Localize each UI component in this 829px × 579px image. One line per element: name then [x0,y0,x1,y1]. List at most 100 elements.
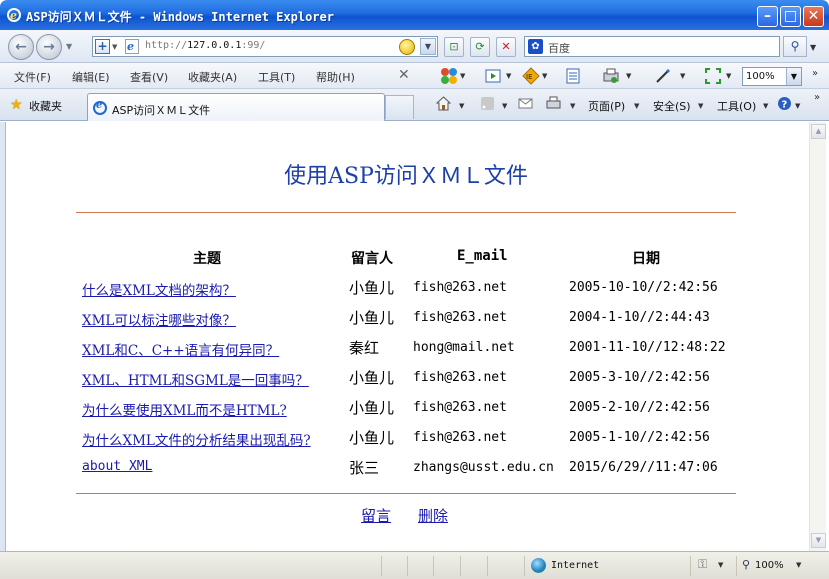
compatibility-view-button[interactable]: ⊡ [444,37,464,57]
address-bar[interactable]: + ▼ e http://127.0.0.1:99/ ▼ [92,36,438,57]
chevron-down-icon[interactable]: ▼ [786,68,801,85]
chevron-down-icon[interactable]: ▼ [796,561,801,569]
chevron-down-icon[interactable]: ▼ [726,72,731,80]
ie-page-icon: e [93,100,107,115]
web-slice-icon[interactable]: IE [522,67,540,85]
chevron-down-icon[interactable]: ▼ [634,102,639,110]
post-message-link[interactable]: 留言 [361,505,391,526]
search-input[interactable]: ✿ 百度 [524,36,780,57]
topic-link[interactable]: 为什么要使用XML而不是HTML? [82,399,287,419]
email-cell: fish@263.net [413,430,507,445]
minimize-button[interactable]: – [757,6,778,27]
tab-current[interactable]: e ASP访问ＸＭＬ文件 [87,93,385,121]
header-topic: 主题 [193,251,221,267]
topic-link[interactable]: 什么是XML文档的架构？ [82,279,236,299]
topic-link[interactable]: XML可以标注哪些对像？ [82,309,236,329]
more-chevron-icon[interactable]: » [814,92,820,103]
topic-link[interactable]: about XML [82,459,152,474]
menu-view[interactable]: 查看(V) [130,69,168,85]
back-arrow-icon: ← [15,39,27,55]
suggested-sites-icon[interactable] [484,67,502,85]
chevron-down-icon[interactable]: ▼ [698,102,703,110]
topic-link[interactable]: XML、HTML和SGML是一回事吗？ [82,369,309,389]
pen-tool-icon[interactable] [654,67,672,85]
author-cell: 张三 [349,459,380,477]
mail-icon[interactable] [518,96,533,111]
page-title: 使用ASP访问ＸＭＬ文件 [284,164,528,189]
date-cell: 2004-1-10//2:44:43 [569,310,710,325]
chevron-down-icon[interactable]: ▼ [112,43,117,51]
scroll-up-arrow-icon[interactable]: ▲ [811,124,826,139]
refresh-button[interactable]: ⟳ [470,37,490,57]
safety-menu[interactable]: 安全(S) [653,98,691,114]
page-document-icon[interactable] [564,67,582,85]
baidu-paw-icon: ✿ [528,39,543,54]
print-preview-icon[interactable] [602,67,620,85]
chevron-down-icon[interactable]: ▼ [570,102,575,110]
add-favorite-icon[interactable]: + [95,39,110,54]
maximize-button[interactable]: □ [780,6,801,27]
top-divider [76,212,736,213]
favorites-star-icon[interactable]: ★ [10,97,23,113]
window-title: ASP访问ＸＭＬ文件 - Windows Internet Explorer [26,10,334,24]
status-divider [524,556,525,576]
stop-button[interactable]: ✕ [496,37,516,57]
date-cell: 2005-10-10//2:42:56 [569,280,718,295]
tools-menu[interactable]: 工具(O) [717,98,756,114]
favorites-bar: ★ 收藏夹 e ASP访问ＸＭＬ文件 ▼ ▼ ▼ 页面(P) ▼ 安全(S) ▼… [0,89,829,121]
delete-link[interactable]: 删除 [418,505,448,526]
address-dropdown-button[interactable]: ▼ [420,38,436,55]
history-dropdown-icon[interactable]: ▼ [66,42,72,51]
page-menu[interactable]: 页面(P) [588,98,625,114]
fullscreen-icon[interactable] [704,67,722,85]
email-cell: fish@263.net [413,370,507,385]
chevron-down-icon[interactable]: ▼ [718,561,723,569]
chevron-down-icon[interactable]: ▼ [542,72,547,80]
status-divider [690,556,691,576]
help-icon[interactable]: ? [777,96,792,111]
chevron-down-icon[interactable]: ▼ [795,102,800,110]
go-icon[interactable] [399,39,415,55]
menu-tools[interactable]: 工具(T) [258,69,295,85]
new-tab-button[interactable] [385,95,414,119]
status-divider [381,556,382,576]
addons-icon[interactable] [440,67,458,85]
chevron-down-icon[interactable]: ▼ [680,72,685,80]
status-divider [460,556,461,576]
scroll-down-arrow-icon[interactable]: ▼ [811,533,826,548]
topic-link[interactable]: XML和C、C++语言有何异同？ [82,339,279,359]
back-button[interactable]: ← [8,34,34,60]
email-cell: fish@263.net [413,400,507,415]
chevron-down-icon[interactable]: ▼ [459,102,464,110]
protected-mode-icon[interactable]: ⚿ [698,557,707,572]
favorites-button[interactable]: 收藏夹 [29,98,62,114]
menu-favorites[interactable]: 收藏夹(A) [188,69,237,85]
menu-file[interactable]: 文件(F) [14,69,51,85]
minimize-icon: – [764,8,771,24]
chevron-down-icon[interactable]: ▼ [460,72,465,80]
chevron-down-icon[interactable]: ▼ [502,102,507,110]
home-icon[interactable] [436,96,451,111]
menu-bar: 文件(F) 编辑(E) 查看(V) 收藏夹(A) 工具(T) 帮助(H) ✕ ▼… [0,63,829,89]
status-zoom[interactable]: 100% [755,560,784,571]
chevron-down-icon[interactable]: ▼ [506,72,511,80]
topic-link[interactable]: 为什么XML文件的分析结果出现乱码? [82,429,311,449]
security-zone: Internet [551,560,600,571]
zoom-magnifier-icon[interactable]: ⚲ [742,558,750,571]
chevron-down-icon[interactable]: ▼ [626,72,631,80]
forward-arrow-icon: → [43,39,55,55]
close-menu-icon[interactable]: ✕ [398,67,410,83]
internet-zone-icon [531,558,546,573]
more-chevron-icon[interactable]: » [812,68,818,79]
chevron-down-icon[interactable]: ▼ [763,102,768,110]
menu-edit[interactable]: 编辑(E) [72,69,110,85]
forward-button[interactable]: → [36,34,62,60]
print-icon[interactable] [546,96,561,111]
rss-feed-icon[interactable] [480,96,495,111]
search-options-dropdown[interactable]: ▼ [810,43,816,52]
close-button[interactable]: ✕ [803,6,824,27]
address-url[interactable]: http://127.0.0.1:99/ [145,40,265,51]
zoom-select[interactable]: 100% ▼ [742,67,802,86]
search-button[interactable]: ⚲ [783,36,807,57]
menu-help[interactable]: 帮助(H) [316,69,355,85]
